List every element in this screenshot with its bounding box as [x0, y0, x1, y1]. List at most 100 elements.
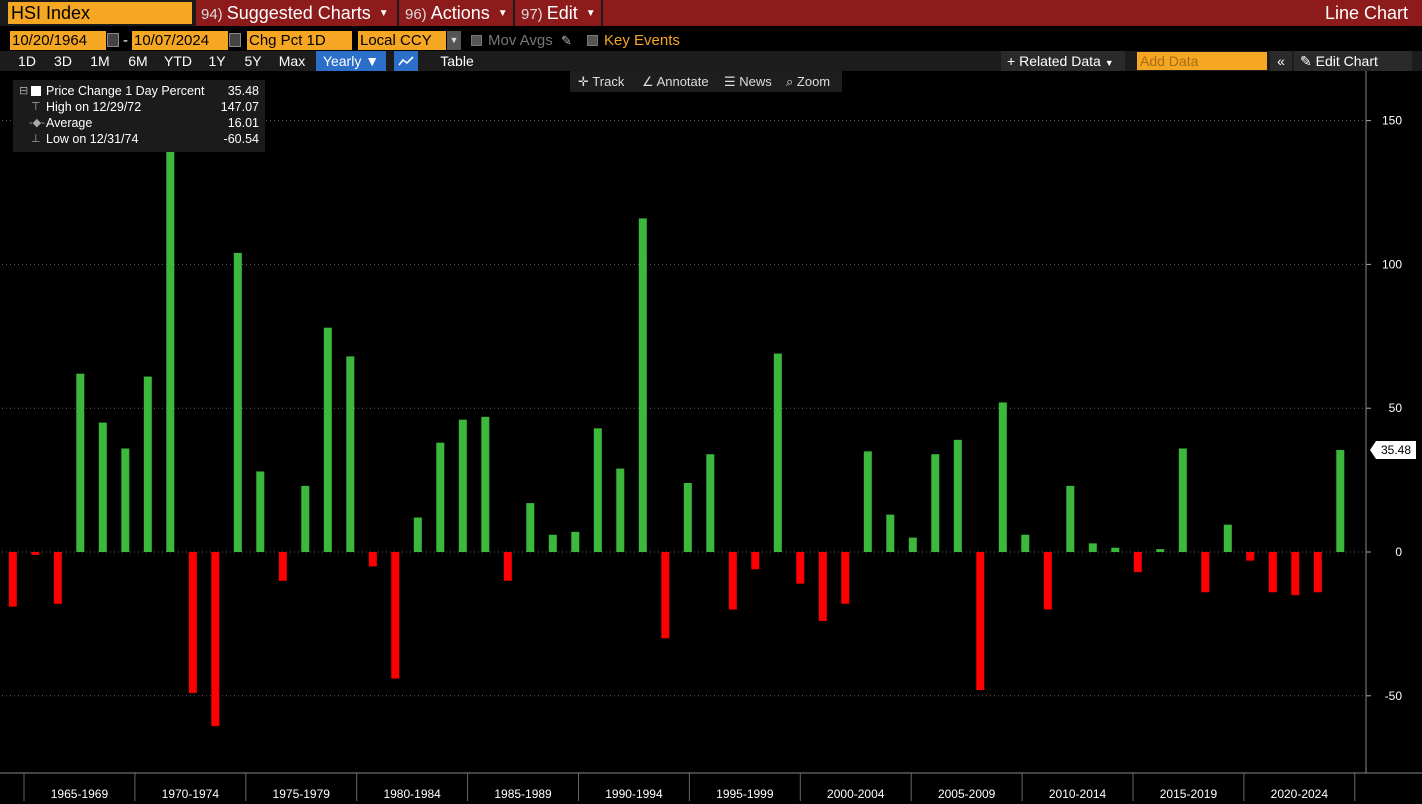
bar: [886, 514, 895, 552]
bar: [593, 428, 602, 552]
legend-average-row: -◆- Average 16.01: [13, 115, 265, 131]
crosshair-icon: ✛: [578, 74, 589, 89]
period-1m-button[interactable]: 1M: [82, 51, 118, 71]
bar: [503, 552, 512, 581]
chart-toolbar: ✛ Track ∠ Annotate ☰ News ⌕ Zoom: [570, 71, 842, 92]
bar: [121, 448, 130, 552]
bar: [818, 552, 827, 622]
top-bar: HSI Index 94) Suggested Charts ▼ 96) Action…: [0, 0, 1422, 26]
track-tool[interactable]: ✛ Track: [578, 71, 624, 92]
pencil-icon: ✎: [1300, 53, 1312, 69]
legend-low-row: ⊥ Low on 12/31/74 -60.54: [13, 131, 265, 147]
frequency-select[interactable]: Yearly ▼: [316, 51, 386, 71]
x-period-label: 1980-1984: [383, 787, 441, 801]
x-period-label: 1985-1989: [494, 787, 552, 801]
key-events-label: Key Events: [604, 32, 680, 49]
pencil-icon[interactable]: ✎: [561, 31, 572, 50]
ticker-input[interactable]: HSI Index: [8, 2, 192, 24]
bar: [256, 471, 265, 552]
bar: [706, 454, 715, 552]
bar: [8, 552, 17, 607]
bar-chart[interactable]: -50 0 50 100 150 1965-1969 1970-1974 1975-1979 1…: [0, 71, 1422, 804]
period-6m-button[interactable]: 6M: [120, 51, 156, 71]
bar: [773, 353, 782, 552]
bar: [1201, 552, 1210, 593]
edit-menu[interactable]: 97) Edit ▼: [521, 2, 596, 24]
menu-divider: [601, 0, 603, 26]
x-period-label: 2010-2014: [1049, 787, 1107, 801]
bar: [391, 552, 400, 679]
zoom-label: Zoom: [796, 74, 831, 89]
bar: [458, 419, 467, 552]
y-tick-label: 50: [1389, 401, 1403, 415]
chevron-down-icon: ▼: [585, 8, 596, 20]
field-select[interactable]: Chg Pct 1D: [247, 31, 352, 50]
bar: [31, 552, 40, 555]
low-marker-icon: ⊥: [31, 133, 41, 145]
period-max-button[interactable]: Max: [272, 51, 312, 71]
zoom-tool[interactable]: ⌕ Zoom: [786, 71, 830, 92]
bar: [1246, 552, 1255, 561]
chevron-down-icon[interactable]: ▼: [447, 31, 461, 50]
period-1d-button[interactable]: 1D: [10, 51, 44, 71]
bar: [1043, 552, 1052, 610]
x-period-label: 1970-1974: [162, 787, 220, 801]
mov-avgs-label: Mov Avgs: [488, 32, 553, 49]
bar: [1223, 524, 1232, 552]
bar: [1178, 448, 1187, 552]
start-date-input[interactable]: 10/20/1964: [10, 31, 106, 50]
related-data-button[interactable]: + Related Data ▼: [1001, 51, 1125, 71]
plus-icon: +: [1007, 53, 1016, 69]
average-marker-icon: -◆-: [29, 117, 45, 129]
bar: [908, 537, 917, 552]
key-events-checkbox[interactable]: [587, 35, 598, 46]
low-label: Low on 12/31/74: [46, 132, 139, 146]
annotate-tool[interactable]: ∠ Annotate: [642, 71, 709, 92]
last-value-label: 35.48: [1381, 443, 1411, 457]
bar: [751, 552, 760, 570]
mov-avgs-checkbox[interactable]: [471, 35, 482, 46]
edit-chart-button[interactable]: ✎ Edit Chart: [1294, 51, 1412, 71]
menu-divider: [397, 0, 399, 26]
collapse-icon[interactable]: «: [1270, 51, 1292, 71]
bar: [796, 552, 805, 584]
collapse-toggle-icon[interactable]: ⊟: [19, 83, 28, 99]
menu-divider: [513, 0, 515, 26]
news-tool[interactable]: ☰ News: [724, 71, 772, 92]
bar: [188, 552, 197, 693]
end-date-input[interactable]: 10/07/2024: [132, 31, 228, 50]
bar: [413, 517, 422, 552]
currency-select[interactable]: Local CCY: [358, 31, 446, 50]
related-data-label: Related Data: [1019, 53, 1101, 69]
x-period-label: 2005-2009: [938, 787, 996, 801]
bar: [436, 442, 445, 552]
menu-label: Suggested Charts: [226, 3, 371, 23]
chart-legend: ⊟ Price Change 1 Day Percent 35.48 ⊤ Hig…: [13, 80, 265, 152]
actions-menu[interactable]: 96) Actions ▼: [405, 2, 508, 24]
bar: [841, 552, 850, 604]
period-ytd-button[interactable]: YTD: [158, 51, 198, 71]
bar: [143, 376, 152, 552]
calendar-icon[interactable]: [229, 33, 241, 47]
line-chart-icon[interactable]: [394, 51, 418, 71]
calendar-icon[interactable]: [107, 33, 119, 47]
bar: [931, 454, 940, 552]
bar: [98, 422, 107, 552]
bar: [233, 252, 242, 552]
low-value: -60.54: [223, 132, 259, 146]
high-marker-icon: ⊤: [31, 101, 41, 113]
legend-series-row: ⊟ Price Change 1 Day Percent 35.48: [13, 83, 265, 99]
date-separator: -: [123, 32, 128, 49]
table-button[interactable]: Table: [430, 51, 484, 71]
bar: [661, 552, 670, 639]
period-5y-button[interactable]: 5Y: [236, 51, 270, 71]
bar: [638, 218, 647, 552]
period-1y-button[interactable]: 1Y: [200, 51, 234, 71]
suggested-charts-menu[interactable]: 94) Suggested Charts ▼: [201, 2, 389, 24]
bar: [571, 531, 580, 552]
bar: [1156, 549, 1165, 552]
add-data-input[interactable]: Add Data: [1137, 52, 1267, 70]
bar: [1066, 485, 1075, 552]
period-3d-button[interactable]: 3D: [46, 51, 80, 71]
bar: [1268, 552, 1277, 593]
